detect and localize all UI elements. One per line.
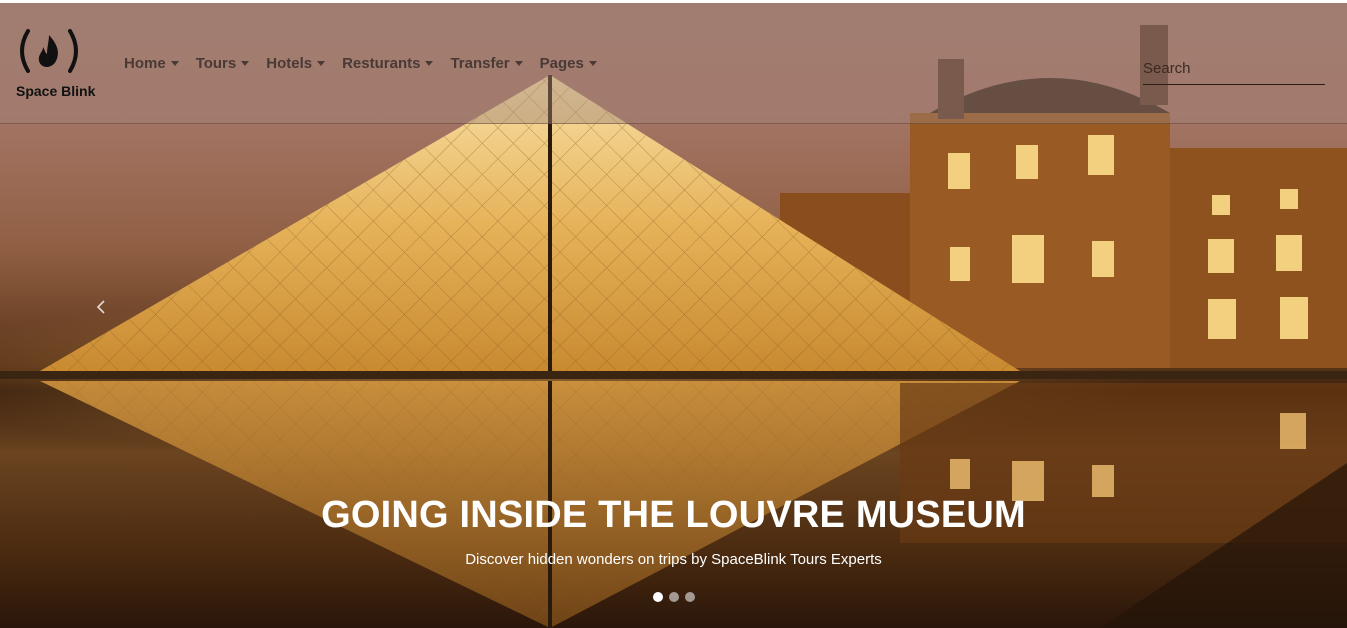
carousel-title: GOING INSIDE THE LOUVRE MUSEUM — [321, 494, 1026, 536]
carousel-indicators — [653, 592, 701, 602]
caret-down-icon — [317, 61, 326, 66]
chevron-left-icon — [96, 300, 105, 314]
caret-down-icon — [425, 61, 434, 66]
caret-down-icon — [241, 61, 250, 66]
nav-item-pages[interactable]: Pages — [540, 55, 597, 72]
nav-item-label: Tours — [195, 55, 237, 72]
carousel-prev-button[interactable] — [93, 300, 109, 322]
nav-item-resturants[interactable]: Resturants — [342, 55, 434, 72]
carousel-indicator-3[interactable] — [685, 592, 695, 602]
nav-item-label: Transfer — [450, 55, 510, 72]
nav-item-hotels[interactable]: Hotels — [266, 55, 326, 72]
caret-down-icon — [588, 61, 597, 66]
nav-menu: Home Tours Hotels Resturants Transfer Pa… — [124, 55, 614, 72]
nav-item-label: Resturants — [342, 55, 421, 72]
caret-down-icon — [170, 61, 179, 66]
brand-name: Space Blink — [16, 83, 96, 99]
carousel-indicator-1[interactable] — [653, 592, 663, 602]
caret-down-icon — [514, 61, 523, 66]
brand[interactable]: Space Blink — [14, 27, 106, 105]
nav-item-home[interactable]: Home — [124, 55, 179, 72]
nav-item-label: Pages — [539, 55, 584, 72]
carousel-subtitle: Discover hidden wonders on trips by Spac… — [465, 551, 882, 568]
nav-item-label: Hotels — [266, 55, 313, 72]
navbar: Space Blink Home Tours Hotels Resturants… — [0, 3, 1347, 124]
freecodecamp-flame-icon — [20, 29, 78, 73]
carousel-indicator-2[interactable] — [669, 592, 679, 602]
nav-item-tours[interactable]: Tours — [196, 55, 250, 72]
nav-item-label: Home — [124, 55, 166, 72]
search-input[interactable] — [1143, 53, 1325, 85]
nav-item-transfer[interactable]: Transfer — [450, 55, 523, 72]
